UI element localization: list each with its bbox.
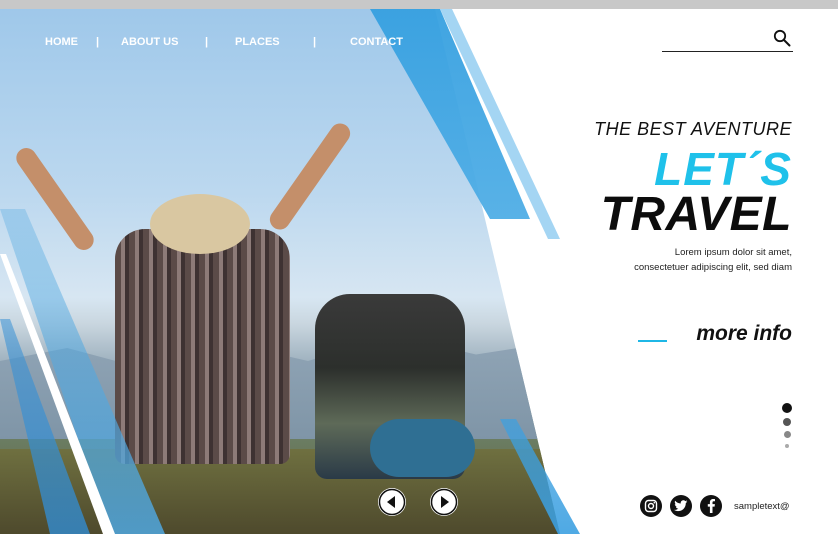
nav-separator: |: [96, 36, 100, 48]
chevron-right-icon: [430, 488, 458, 516]
pager-dot[interactable]: [785, 444, 789, 448]
traveler-right-arm: [265, 119, 355, 234]
search-input[interactable]: [662, 51, 793, 52]
hero-description-line-1: Lorem ipsum dolor sit amet,: [674, 247, 792, 258]
carousel-prev-button[interactable]: [378, 488, 406, 516]
nav-about-us[interactable]: ABOUT US: [121, 36, 178, 48]
hero-subheading: THE BEST AVENTURE: [594, 119, 792, 139]
carousel-next-button[interactable]: [430, 488, 458, 516]
traveler-figure: [115, 229, 290, 464]
twitter-icon[interactable]: [670, 495, 692, 517]
nav-places[interactable]: PLACES: [235, 36, 280, 48]
pager-dot[interactable]: [783, 418, 791, 426]
sleeping-bag: [370, 419, 475, 477]
hero-description-line-2: consectetuer adipiscing elit, sed diam: [634, 262, 792, 273]
facebook-icon[interactable]: [700, 495, 722, 517]
nav-separator: |: [205, 36, 209, 48]
straw-hat: [150, 194, 250, 254]
chevron-left-icon: [378, 488, 406, 516]
contact-email[interactable]: sampletext@: [734, 501, 790, 512]
hero-heading-travel: TRAVEL: [600, 188, 792, 241]
instagram-icon[interactable]: [640, 495, 662, 517]
more-info-link[interactable]: more info: [696, 322, 792, 346]
pager-dot-active[interactable]: [782, 403, 792, 413]
search-icon[interactable]: [773, 29, 791, 47]
nav-separator: |: [313, 36, 317, 48]
pager-dot[interactable]: [784, 431, 791, 438]
more-info-accent-line: [638, 340, 667, 342]
nav-contact[interactable]: CONTACT: [350, 36, 403, 48]
top-border: [0, 0, 838, 9]
nav-home[interactable]: HOME: [45, 36, 78, 48]
